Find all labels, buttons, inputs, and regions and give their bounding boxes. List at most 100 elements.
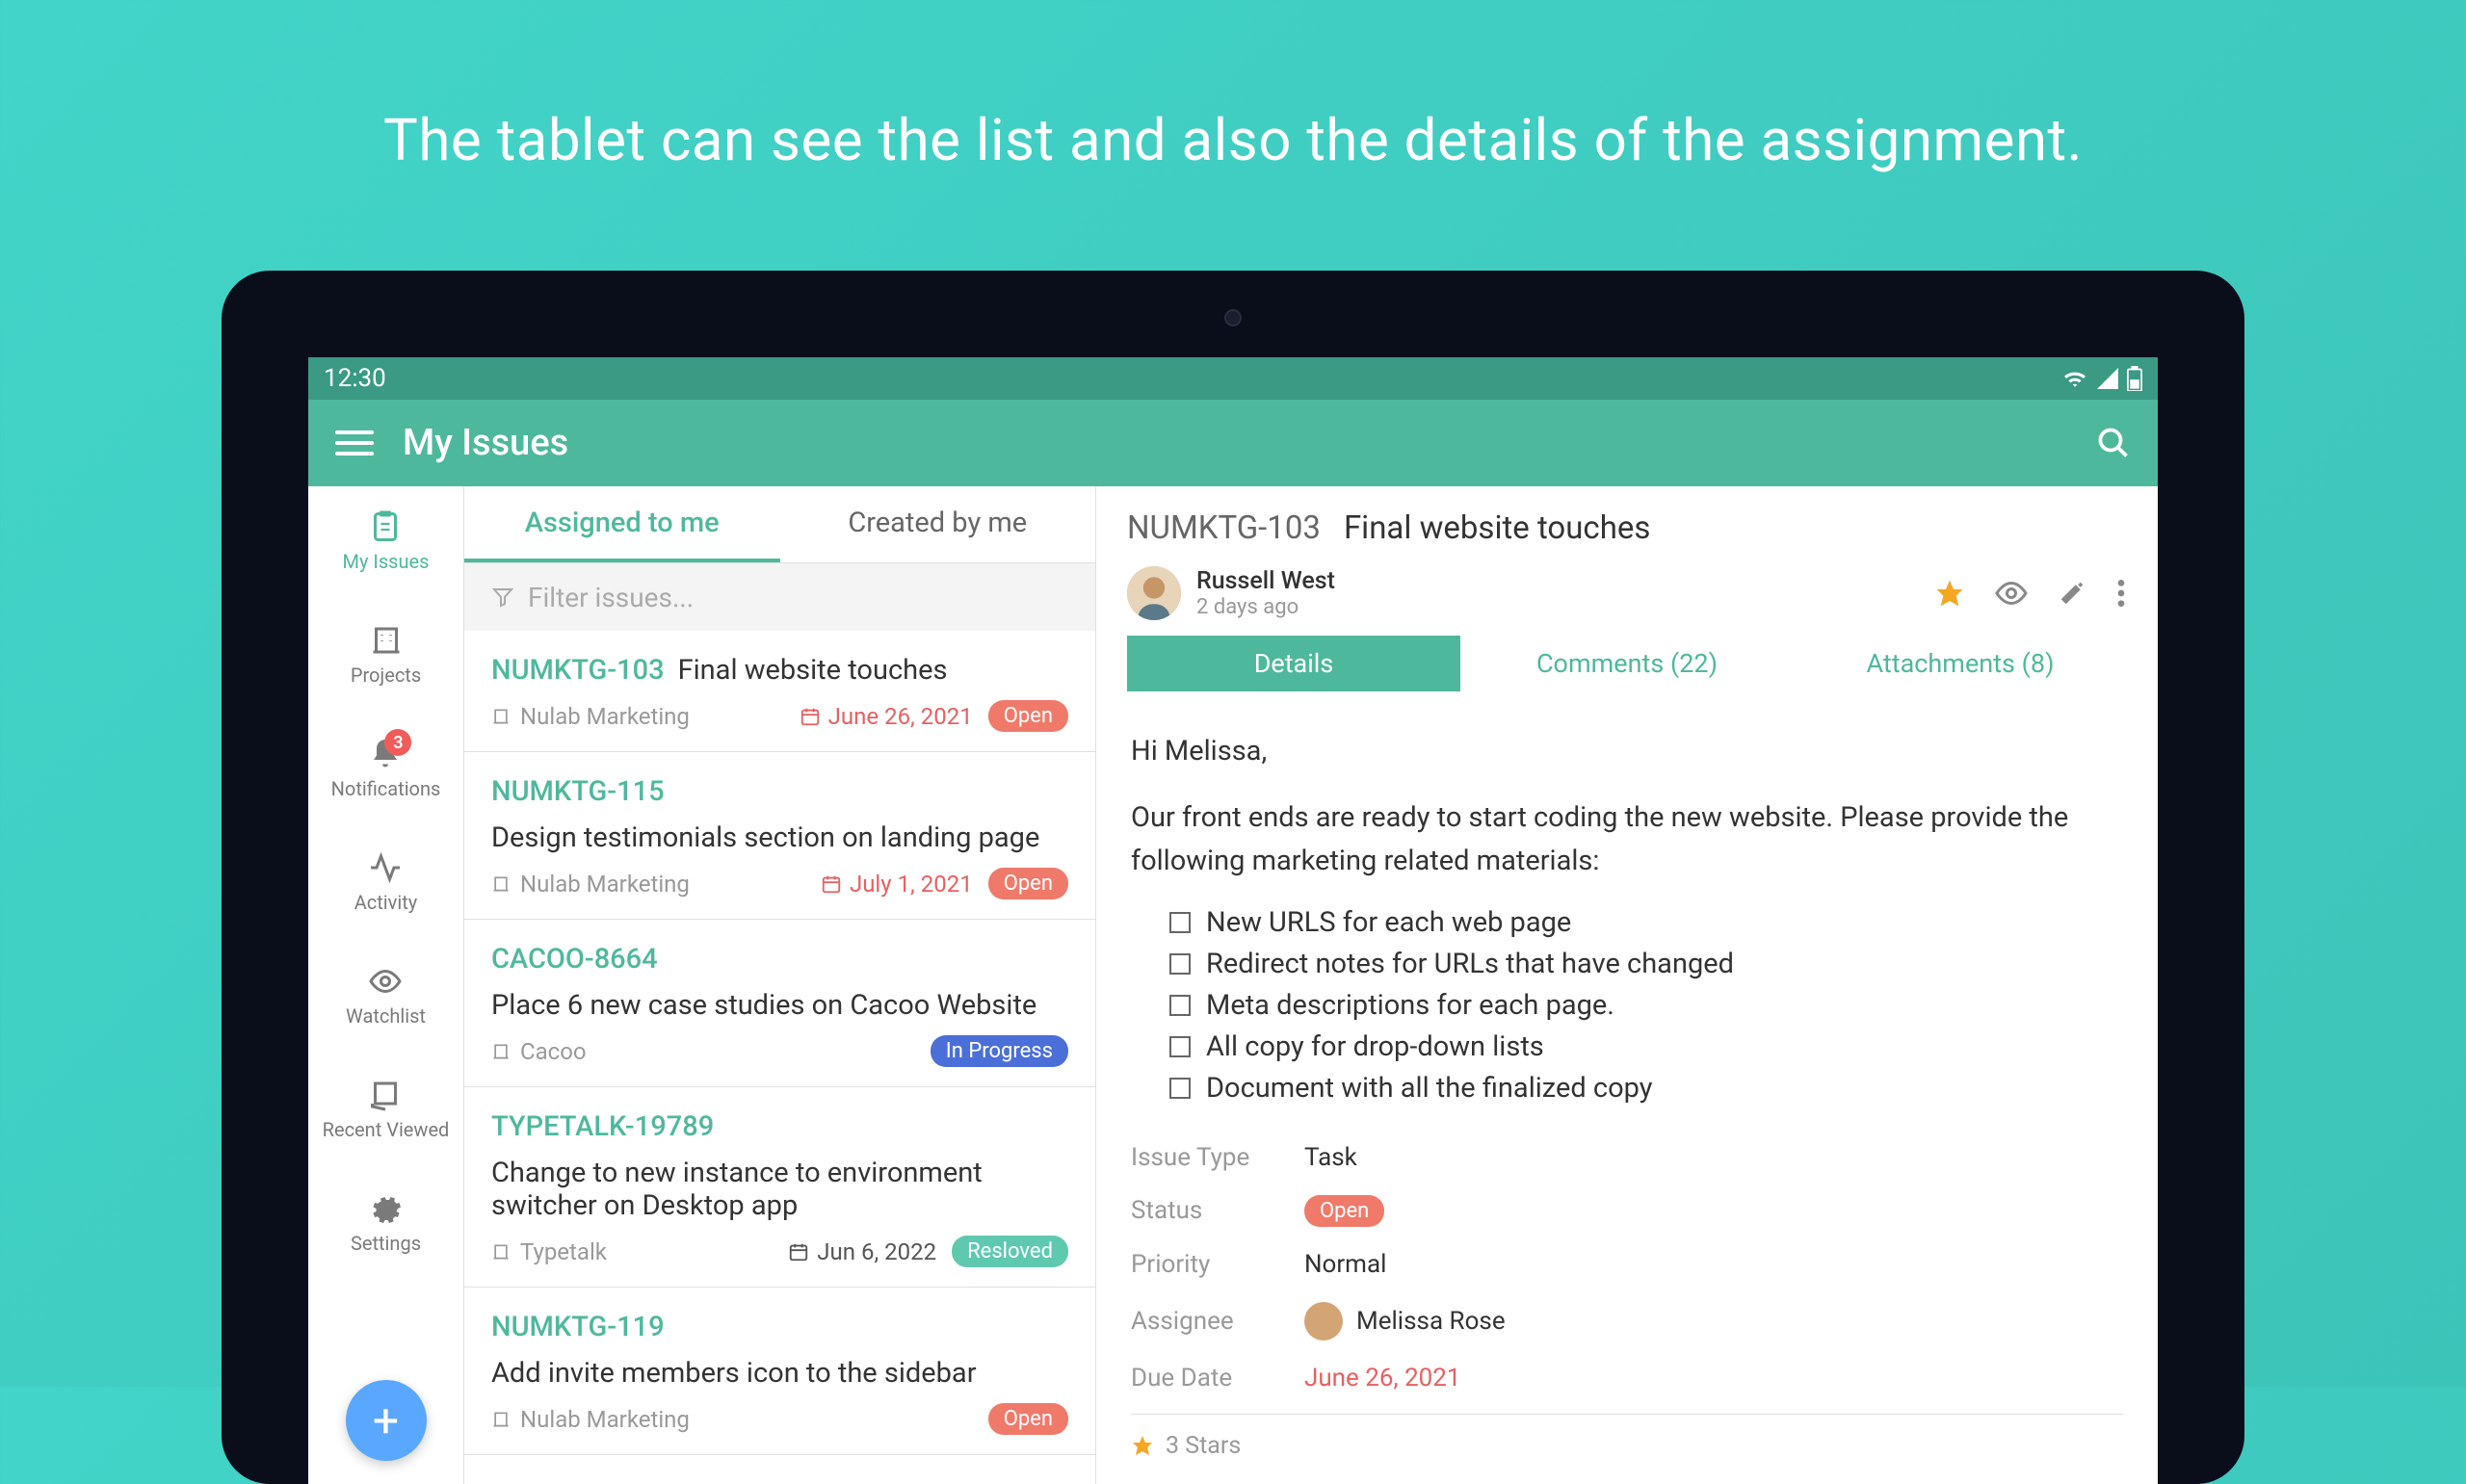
sidebar-item-label: Activity bbox=[354, 891, 417, 914]
menu-button[interactable] bbox=[335, 424, 374, 462]
checklist-text: New URLS for each web page bbox=[1206, 906, 1571, 939]
issue-item[interactable]: NUMKTG-115 Design testimonials section on… bbox=[464, 752, 1095, 920]
tab-created[interactable]: Created by me bbox=[780, 486, 1096, 562]
add-button[interactable]: + bbox=[346, 1380, 427, 1461]
status-bar: 12:30 bbox=[308, 357, 2158, 400]
checklist: New URLS for each web page Redirect notes… bbox=[1169, 906, 2123, 1105]
issue-key: CACOO-8664 bbox=[491, 943, 658, 976]
issue-list[interactable]: NUMKTG-103Final website touches Nulab Ma… bbox=[464, 631, 1095, 1484]
checkbox-icon bbox=[1169, 953, 1191, 975]
detail-issue-title: Final website touches bbox=[1344, 509, 1650, 547]
checklist-item[interactable]: All copy for drop-down lists bbox=[1169, 1030, 2123, 1063]
issue-key: NUMKTG-115 bbox=[491, 775, 665, 808]
checklist-item[interactable]: Redirect notes for URLs that have change… bbox=[1169, 948, 2123, 980]
detail-body: Hi Melissa, Our front ends are ready to … bbox=[1096, 699, 2158, 1484]
search-button[interactable] bbox=[2096, 426, 2131, 460]
sidebar-item-notifications[interactable]: 3 Notifications bbox=[331, 737, 441, 800]
issue-project: Typetalk bbox=[491, 1238, 607, 1265]
sidebar-item-watchlist[interactable]: Watchlist bbox=[346, 964, 426, 1028]
filter-icon bbox=[491, 586, 514, 609]
tab-details[interactable]: Details bbox=[1127, 636, 1460, 691]
battery-icon bbox=[2127, 366, 2142, 391]
checklist-text: All copy for drop-down lists bbox=[1206, 1030, 1544, 1063]
issue-list-panel: Assigned to me Created by me Filter issu… bbox=[464, 486, 1096, 1484]
issue-key: NUMKTG-119 bbox=[491, 1311, 665, 1343]
filter-bar[interactable]: Filter issues... bbox=[464, 563, 1095, 631]
edit-button[interactable] bbox=[2058, 579, 2086, 608]
checkbox-icon bbox=[1169, 912, 1191, 933]
checklist-text: Meta descriptions for each page. bbox=[1206, 989, 1614, 1022]
meta-value-status: Open bbox=[1304, 1195, 1384, 1227]
sidebar-item-settings[interactable]: Settings bbox=[351, 1191, 421, 1255]
status-badge: Open bbox=[988, 700, 1068, 732]
recent-icon bbox=[368, 1078, 403, 1112]
meta-value-type: Task bbox=[1304, 1143, 1357, 1172]
star-count-text: 3 Stars bbox=[1166, 1432, 1241, 1460]
tab-assigned[interactable]: Assigned to me bbox=[464, 486, 780, 562]
more-button[interactable] bbox=[2115, 578, 2127, 609]
issue-key: NUMKTG-103 bbox=[491, 654, 665, 687]
sidebar-item-my-issues[interactable]: My Issues bbox=[343, 509, 430, 573]
author-avatar[interactable] bbox=[1127, 566, 1181, 620]
star-icon bbox=[1131, 1434, 1154, 1457]
gear-icon bbox=[369, 1191, 404, 1226]
author-time: 2 days ago bbox=[1196, 595, 1335, 619]
star-button[interactable] bbox=[1934, 578, 1965, 609]
issue-item[interactable]: TYPETALK-19789Change to new instance to … bbox=[464, 1087, 1095, 1288]
status-time: 12:30 bbox=[324, 364, 386, 393]
star-count-row[interactable]: 3 Stars bbox=[1131, 1414, 2123, 1460]
wifi-icon bbox=[2061, 368, 2088, 389]
issue-title: Design testimonials section on landing p… bbox=[491, 821, 1039, 854]
tablet-frame: 12:30 My Issues My Issues bbox=[222, 271, 2244, 1484]
meta-label-status: Status bbox=[1131, 1196, 1304, 1225]
greeting-text: Hi Melissa, bbox=[1131, 730, 2123, 773]
issue-title: Add invite members icon to the sidebar bbox=[491, 1357, 977, 1390]
watch-button[interactable] bbox=[1994, 576, 2029, 611]
meta-label-due: Due Date bbox=[1131, 1364, 1304, 1393]
sidebar-item-label: Settings bbox=[351, 1232, 421, 1255]
checklist-item[interactable]: New URLS for each web page bbox=[1169, 906, 2123, 939]
status-badge: In Progress bbox=[931, 1035, 1068, 1067]
meta-label-priority: Priority bbox=[1131, 1250, 1304, 1279]
issue-project: Cacoo bbox=[491, 1038, 587, 1065]
app-title: My Issues bbox=[403, 422, 568, 464]
eye-icon bbox=[368, 964, 403, 999]
status-badge: Open bbox=[988, 868, 1068, 899]
checkbox-icon bbox=[1169, 1036, 1191, 1057]
tab-attachments[interactable]: Attachments (8) bbox=[1794, 636, 2127, 691]
sidebar-item-projects[interactable]: Projects bbox=[351, 623, 421, 687]
issue-item[interactable]: NUMKTG-103Final website touches Nulab Ma… bbox=[464, 631, 1095, 752]
intro-text: Our front ends are ready to start coding… bbox=[1131, 796, 2123, 883]
sidebar: My Issues Projects 3 Notifications Activ… bbox=[308, 486, 464, 1484]
list-tabs: Assigned to me Created by me bbox=[464, 486, 1095, 563]
activity-icon bbox=[368, 850, 403, 885]
checklist-item[interactable]: Meta descriptions for each page. bbox=[1169, 989, 2123, 1022]
status-badge: Open bbox=[988, 1403, 1068, 1435]
sidebar-item-label: Watchlist bbox=[346, 1004, 426, 1028]
issue-item[interactable]: NUMKTG-119 Add invite members icon to the… bbox=[464, 1288, 1095, 1455]
tab-comments[interactable]: Comments (22) bbox=[1460, 636, 1794, 691]
sidebar-item-activity[interactable]: Activity bbox=[354, 850, 417, 914]
notification-badge: 3 bbox=[384, 729, 411, 756]
issue-project: Nulab Marketing bbox=[491, 1406, 690, 1433]
meta-label-assignee: Assignee bbox=[1131, 1307, 1304, 1336]
filter-placeholder: Filter issues... bbox=[528, 582, 694, 613]
issue-title: Place 6 new case studies on Cacoo Websit… bbox=[491, 989, 1036, 1022]
clipboard-icon bbox=[368, 509, 403, 544]
sidebar-item-label: My Issues bbox=[343, 550, 430, 573]
sidebar-item-label: Notifications bbox=[331, 777, 441, 800]
checklist-text: Document with all the finalized copy bbox=[1206, 1072, 1652, 1105]
detail-issue-key: NUMKTG-103 bbox=[1127, 509, 1321, 547]
detail-header: NUMKTG-103 Final website touches Russell… bbox=[1096, 486, 2158, 699]
status-icons bbox=[2061, 366, 2142, 391]
issue-project: Nulab Marketing bbox=[491, 703, 690, 730]
meta-value-assignee: Melissa Rose bbox=[1304, 1302, 1506, 1341]
sidebar-item-recent[interactable]: Recent Viewed bbox=[323, 1078, 450, 1141]
meta-table: Issue TypeTask StatusOpen PriorityNormal… bbox=[1131, 1132, 2123, 1404]
status-badge: Resloved bbox=[952, 1236, 1068, 1267]
building-icon bbox=[369, 623, 404, 658]
issue-item[interactable]: CACOO-8664 Place 6 new case studies on Ca… bbox=[464, 920, 1095, 1087]
checklist-item[interactable]: Document with all the finalized copy bbox=[1169, 1072, 2123, 1105]
issue-key: TYPETALK-19789 bbox=[491, 1110, 714, 1143]
screen: 12:30 My Issues My Issues bbox=[308, 357, 2158, 1484]
